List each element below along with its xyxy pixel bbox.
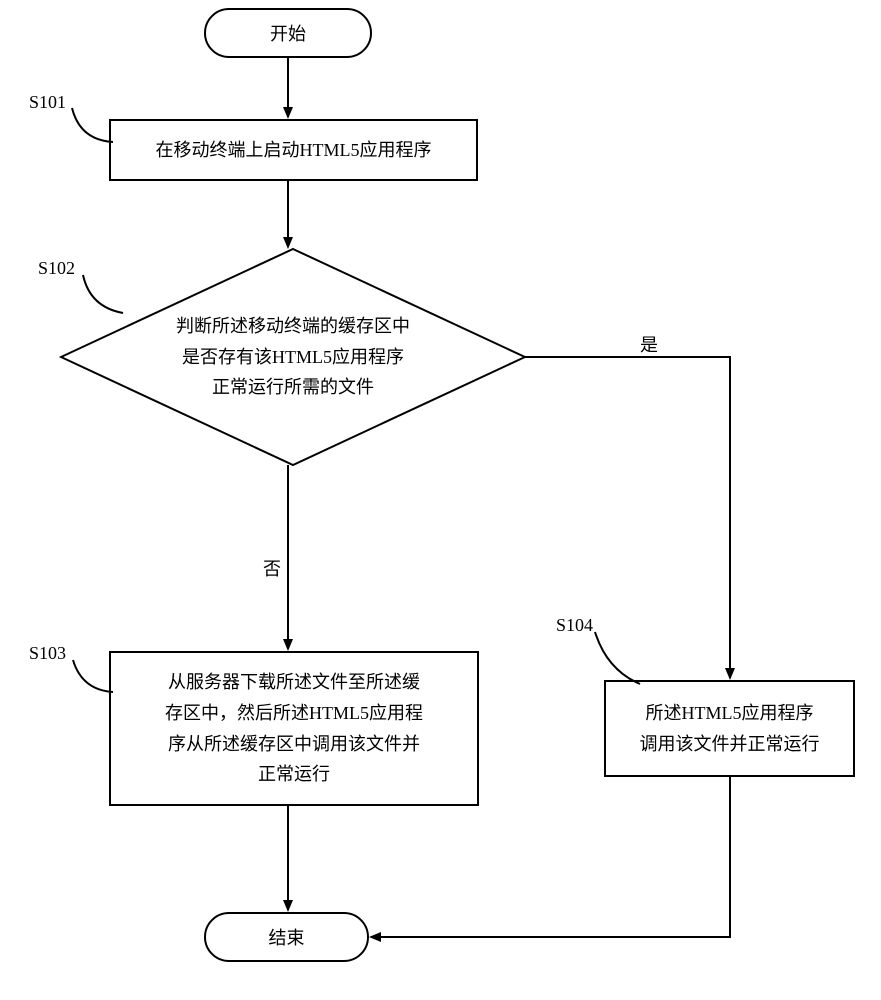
process-s103: 从服务器下载所述文件至所述缓 存区中，然后所述HTML5应用程 序从所述缓存区中… xyxy=(109,651,479,806)
s103-l1: 从服务器下载所述文件至所述缓 xyxy=(165,667,423,698)
step-label-s103: S103 xyxy=(29,643,66,664)
flowchart-canvas: 开始 在移动终端上启动HTML5应用程序 判断所述移动终端的缓存区中 是否存有该… xyxy=(0,0,881,1000)
start-label: 开始 xyxy=(270,20,306,46)
process-s104: 所述HTML5应用程序 调用该文件并正常运行 xyxy=(604,680,855,777)
step-label-s101: S101 xyxy=(29,92,66,113)
process-s101: 在移动终端上启动HTML5应用程序 xyxy=(109,119,478,181)
s104-l2: 调用该文件并正常运行 xyxy=(640,729,820,760)
end-label: 结束 xyxy=(269,924,305,950)
step-label-s102: S102 xyxy=(38,258,75,279)
branch-no-label: 否 xyxy=(263,555,281,581)
branch-yes-label: 是 xyxy=(640,331,658,357)
s103-l4: 正常运行 xyxy=(165,759,423,790)
decision-s102: 判断所述移动终端的缓存区中 是否存有该HTML5应用程序 正常运行所需的文件 xyxy=(59,247,527,467)
s104-l1: 所述HTML5应用程序 xyxy=(640,698,820,729)
decision-line1: 判断所述移动终端的缓存区中 xyxy=(176,311,410,342)
s103-l3: 序从所述缓存区中调用该文件并 xyxy=(165,729,423,760)
start-terminator: 开始 xyxy=(204,8,372,58)
decision-line2: 是否存有该HTML5应用程序 xyxy=(176,342,410,373)
s103-l2: 存区中，然后所述HTML5应用程 xyxy=(165,698,423,729)
process-s104-text: 所述HTML5应用程序 调用该文件并正常运行 xyxy=(640,698,820,759)
decision-s102-text: 判断所述移动终端的缓存区中 是否存有该HTML5应用程序 正常运行所需的文件 xyxy=(176,311,410,403)
process-s101-text: 在移动终端上启动HTML5应用程序 xyxy=(156,135,432,166)
end-terminator: 结束 xyxy=(204,912,369,962)
step-label-s104: S104 xyxy=(556,615,593,636)
process-s103-text: 从服务器下载所述文件至所述缓 存区中，然后所述HTML5应用程 序从所述缓存区中… xyxy=(165,667,423,789)
decision-line3: 正常运行所需的文件 xyxy=(176,372,410,403)
